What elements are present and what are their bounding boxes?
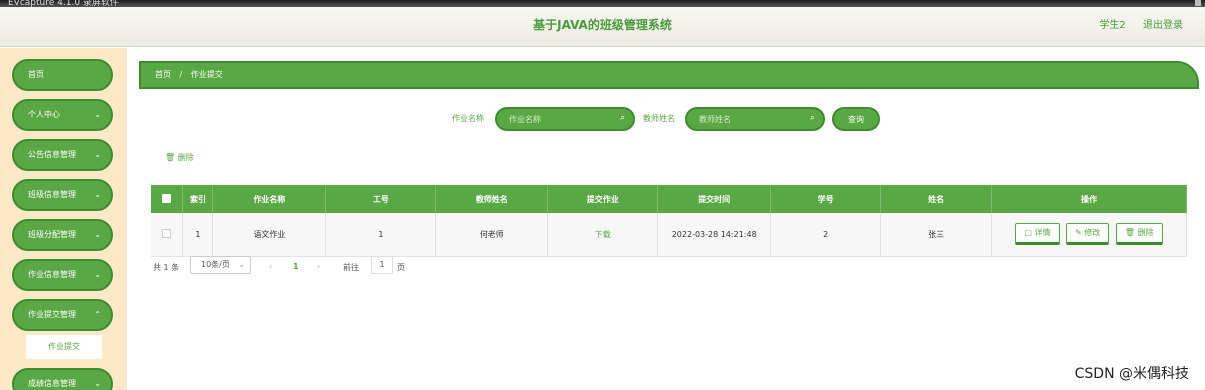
delete-button[interactable]: 🗑︎ 删除 [1115,223,1163,246]
row-select-cell[interactable] [151,213,184,257]
sidebar-item-label: 班级分配管理 [28,230,76,239]
sidebar-item-label: 成绩信息管理 [28,379,76,388]
cell-student-no: 2 [770,213,882,257]
breadcrumb-current: 作业提交 [190,70,223,79]
chevron-up-icon: ⌃ [94,310,101,319]
sidebar-item-class-info[interactable]: 班级信息管理 ⌄ [12,179,113,211]
header-user-area: 学生2 退出登录 [1085,16,1183,31]
sidebar-item-label: 作业提交管理 [28,310,76,319]
column-header: 学号 [770,185,882,213]
goto-suffix: 页 [397,263,405,272]
homework-submit-table: 索引 作业名称 工号 教师姓名 提交作业 提交时间 学号 姓名 操作 1 语文作… [151,185,1187,257]
cell-job-no: 1 [325,213,437,257]
sidebar-item-announcement[interactable]: 公告信息管理 ⌄ [12,139,113,171]
chevron-down-icon: ⌄ [94,150,101,159]
sidebar-item-personal-center[interactable]: 个人中心 ⌄ [12,99,113,131]
logout-link[interactable]: 退出登录 [1143,20,1183,31]
batch-delete-button[interactable]: 🗑︎ 删除 [165,152,194,163]
column-header: 姓名 [880,185,993,213]
page-number-current[interactable]: 1 [293,262,299,271]
table-header-row: 索引 作业名称 工号 教师姓名 提交作业 提交时间 学号 姓名 操作 [151,185,1187,213]
current-user: 学生2 [1099,20,1126,31]
teacher-name-label: 教师姓名 [643,114,675,123]
goto-label: 前往 [343,263,359,272]
edit-button[interactable]: ✎ 修改 [1066,223,1110,246]
sidebar-item-label: 班级信息管理 [28,190,76,199]
site-title: 基于JAVA的班级管理系统 [533,18,672,32]
cell-student: 张三 [880,213,993,257]
sidebar: 首页 个人中心 ⌄ 公告信息管理 ⌄ 班级信息管理 ⌄ 班级分配管理 ⌄ 作业信… [0,48,127,390]
goto-page-input[interactable]: 1 [371,256,393,274]
sidebar-subitem-homework-submit[interactable]: 作业提交 [26,335,102,359]
breadcrumb-separator: / [179,70,183,79]
chevron-down-icon: ⌄ [238,260,245,269]
delete-label: 删除 [1137,228,1154,238]
select-all-header[interactable] [151,185,184,213]
app-header: 基于JAVA的班级管理系统 学生2 退出登录 [0,7,1205,47]
column-header: 教师姓名 [435,185,549,213]
cell-actions: ▢ 详情 ✎ 修改 🗑︎ 删除 [991,213,1187,257]
column-header: 索引 [182,185,214,213]
column-header: 提交时间 [657,185,772,213]
detail-label: 详情 [1034,228,1051,238]
chevron-down-icon: ⌄ [94,230,101,239]
sidebar-item-class-assignment[interactable]: 班级分配管理 ⌄ [12,219,113,251]
chevron-down-icon: ⌄ [94,110,101,119]
row-checkbox[interactable] [162,228,172,238]
batch-delete-label: 删除 [177,153,194,162]
cell-index: 1 [182,213,214,257]
column-header: 提交作业 [547,185,659,213]
cell-submit: 下载 [547,213,659,257]
watermark: CSDN @米偶科技 [1074,366,1189,382]
trash-icon: 🗑︎ [1124,228,1138,238]
search-icon: ⌕ [810,113,816,123]
sidebar-item-homework-submit[interactable]: 作业提交管理 ⌃ [12,299,113,331]
select-all-checkbox[interactable] [162,193,172,203]
sidebar-item-label: 个人中心 [28,110,60,119]
breadcrumb: 首页 / 作业提交 [139,61,1199,89]
search-icon: ⌕ [620,113,626,123]
edit-label: 修改 [1084,228,1101,238]
detail-icon: ▢ [1024,228,1035,238]
chevron-down-icon: ⌄ [94,190,101,199]
page-size-value: 10条/页 [201,260,230,269]
page-size-select[interactable]: 10条/页 ⌄ [190,256,251,274]
prev-page-icon[interactable]: ‹ [269,262,272,271]
sidebar-item-label: 作业信息管理 [28,270,76,279]
recorder-control-icon[interactable] [1195,0,1201,6]
homework-name-label: 作业名称 [452,114,484,123]
recorder-bar: EVcapture 4.1.0 录屏软件 [0,0,1205,8]
download-link[interactable]: 下载 [595,230,611,239]
column-header: 工号 [325,185,437,213]
sidebar-item-grade-info[interactable]: 成绩信息管理 ⌄ [12,368,113,390]
teacher-name-input[interactable] [685,107,825,131]
sidebar-item-label: 首页 [28,70,44,79]
cell-teacher: 何老师 [435,213,549,257]
column-header: 操作 [991,185,1187,213]
chevron-down-icon: ⌄ [94,379,101,388]
chevron-down-icon: ⌄ [94,270,101,279]
query-button[interactable]: 查询 [832,107,880,131]
sidebar-item-home[interactable]: 首页 [12,59,113,91]
next-page-icon[interactable]: › [317,262,320,271]
trash-icon: 🗑︎ [165,153,176,162]
sidebar-item-homework-info[interactable]: 作业信息管理 ⌄ [12,259,113,291]
detail-button[interactable]: ▢ 详情 [1015,223,1060,246]
pagination-total: 共 1 条 [153,263,180,272]
homework-name-input[interactable] [495,107,635,131]
sidebar-item-label: 公告信息管理 [28,150,76,159]
edit-icon: ✎ [1075,228,1085,238]
breadcrumb-home[interactable]: 首页 [155,70,171,79]
cell-homework-name: 语文作业 [212,213,327,257]
cell-time: 2022-03-28 14:21:48 [657,213,772,257]
column-header: 作业名称 [212,185,327,213]
table-row: 1 语文作业 1 何老师 下载 2022-03-28 14:21:48 2 张三… [151,213,1187,257]
